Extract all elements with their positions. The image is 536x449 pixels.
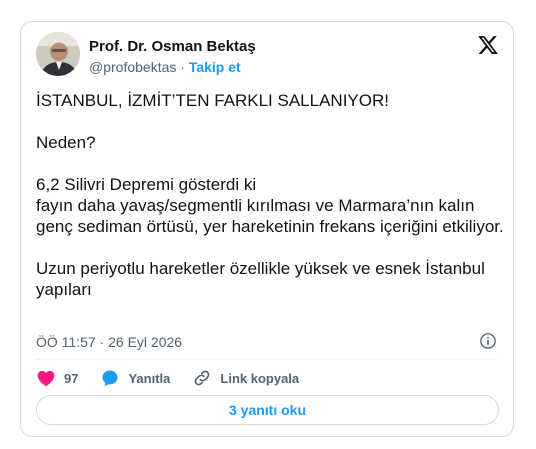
author-handle-row: @profobektas · Takip et [89,58,256,76]
divider [36,359,498,360]
author-info: Prof. Dr. Osman Bektaş @profobektas · Ta… [89,38,256,76]
tweet-paragraph-question: Neden? [36,133,96,152]
tweet-paragraph-headline: İSTANBUL, İZMİT’TEN FARKLI SALLANIYOR! [36,91,389,110]
avatar-photo [36,32,80,76]
link-icon [195,370,210,386]
copy-link-label: Link kopyala [220,370,300,386]
reply-label: Yanıtla [128,370,171,386]
action-bar: 97 Yanıtla Link kopyala [36,367,321,389]
like-button[interactable]: 97 [36,368,78,388]
author-name[interactable]: Prof. Dr. Osman Bektaş [89,38,256,56]
tweet-text: İSTANBUL, İZMİT’TEN FARKLI SALLANIYOR! N… [36,90,506,321]
author-avatar[interactable] [36,32,80,76]
read-replies-button[interactable]: 3 yanıtı oku [36,395,499,425]
reply-bubble-icon [102,370,118,387]
handle-separator: · [180,59,185,75]
tweet-paragraph-explanation: 6,2 Silivri Depremi gösterdi ki fayın da… [36,175,504,236]
heart-icon [37,370,55,386]
author-handle[interactable]: @profobektas [89,59,176,75]
follow-button[interactable]: Takip et [189,59,241,75]
info-icon[interactable] [479,332,497,350]
like-count: 97 [64,370,79,386]
x-logo-icon[interactable] [477,34,499,56]
reply-button[interactable]: Yanıtla [100,368,170,388]
tweet-timestamp[interactable]: ÖÖ 11:57 · 26 Eyl 2026 [36,333,182,351]
copy-link-button[interactable]: Link kopyala [192,368,299,388]
tweet-paragraph-conclusion: Uzun periyotlu hareketler özellikle yüks… [36,259,485,299]
tweet-card: Prof. Dr. Osman Bektaş @profobektas · Ta… [20,21,514,437]
